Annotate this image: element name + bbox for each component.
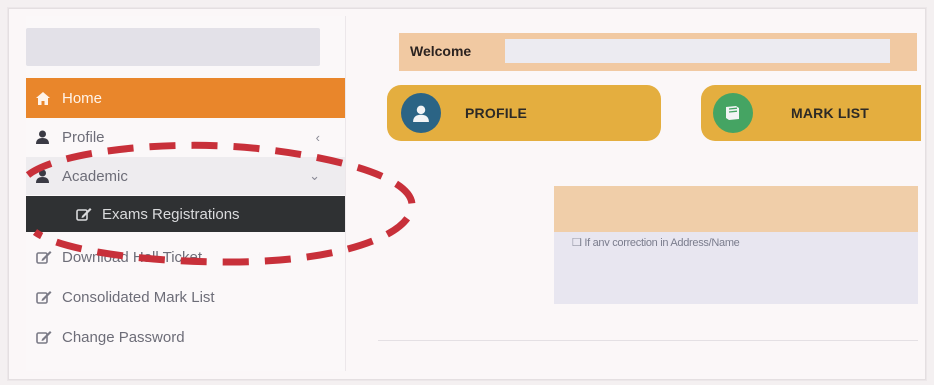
home-icon — [36, 91, 62, 105]
sidebar-item-label: Download Hall Ticket — [62, 248, 203, 266]
sidebar-item-label: Change Password — [62, 328, 185, 346]
sidebar-item-label: Home — [62, 89, 103, 107]
edit-icon — [36, 290, 62, 304]
sidebar-item-home[interactable]: Home — [26, 78, 346, 118]
user-icon — [401, 93, 441, 133]
sidebar-item-label: Profile — [62, 128, 105, 146]
list-bullet-icon: ❏ — [572, 237, 585, 246]
sidebar-item-download-hall-ticket[interactable]: Download Hall Ticket — [26, 238, 346, 276]
sidebar: Home Profile ‹ Academic ⌄ Exams Registra… — [26, 16, 346, 371]
content-divider — [378, 340, 918, 341]
sidebar-item-profile[interactable]: Profile ‹ — [26, 118, 346, 156]
user-icon — [36, 130, 62, 144]
tile-label: MARK LIST — [791, 105, 870, 121]
profile-tile-button[interactable]: PROFILE — [387, 85, 661, 141]
sidebar-divider — [345, 16, 346, 371]
mark-list-tile-button[interactable]: MARK LIST — [701, 85, 921, 141]
notice-panel-header — [554, 186, 918, 232]
sidebar-item-label: Consolidated Mark List — [62, 288, 215, 306]
sidebar-item-label: Academic — [62, 167, 128, 185]
sidebar-item-consolidated-mark-list[interactable]: Consolidated Mark List — [26, 278, 346, 316]
welcome-name-field — [505, 39, 890, 63]
welcome-label: Welcome — [410, 43, 472, 59]
sidebar-item-change-password[interactable]: Change Password — [26, 318, 346, 356]
notice-text: ❏ If any correction in Address/Name — [572, 236, 912, 246]
sidebar-header — [26, 28, 320, 66]
chevron-left-icon: ‹ — [315, 129, 320, 145]
edit-icon — [76, 207, 102, 221]
tile-label: PROFILE — [465, 105, 528, 121]
sidebar-item-label: Exams Registrations — [102, 205, 240, 223]
sidebar-item-exams-registrations[interactable]: Exams Registrations — [26, 196, 346, 232]
edit-icon — [36, 250, 62, 264]
book-icon — [713, 93, 753, 133]
sidebar-item-academic[interactable]: Academic ⌄ — [26, 157, 346, 195]
edit-icon — [36, 330, 62, 344]
user-icon — [36, 169, 62, 183]
chevron-down-icon: ⌄ — [309, 168, 320, 183]
